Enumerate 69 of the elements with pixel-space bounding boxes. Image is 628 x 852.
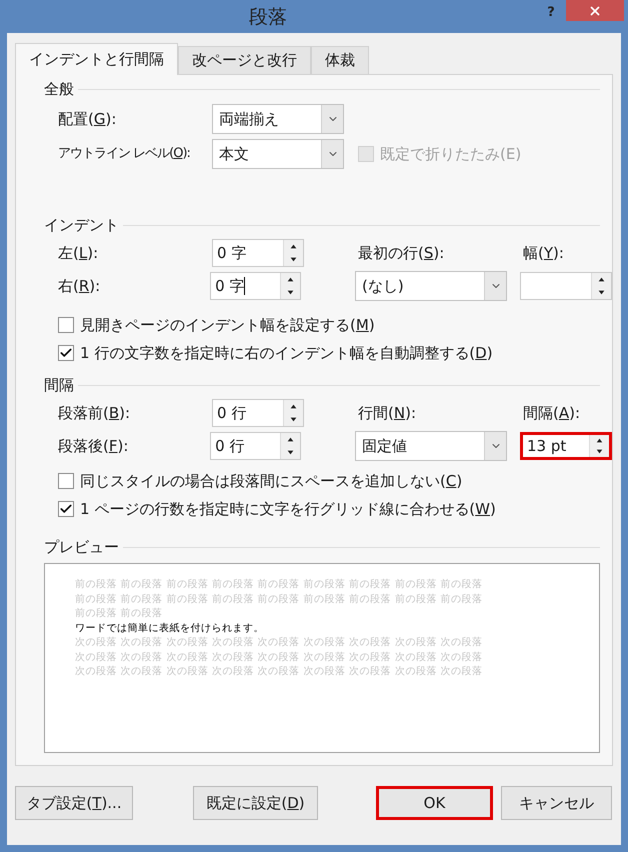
preview-text: 次の段落 次の段落 次の段落 次の段落 次の段落 次の段落 次の段落 次の段落 次の段落 [75,636,484,650]
preview-text: 前の段落 前の段落 [75,607,164,621]
spinner-field[interactable]: 13 pt [520,432,612,460]
field-label: 段落前(B): [57,402,132,424]
dialog-button[interactable]: キャンセル [501,786,612,820]
checkbox-label: 見開きページのインデント幅を設定する(M) [80,314,375,336]
close-icon [588,4,602,18]
spin-buttons[interactable] [283,400,303,426]
dialog-button[interactable]: OK [376,786,493,820]
spinner-field[interactable]: 0 行 [212,399,304,427]
close-button[interactable] [566,0,624,21]
dialog-button[interactable]: タブ設定(T)... [15,786,133,820]
checkbox-label: 同じスタイルの場合は段落間にスペースを追加しない(C) [80,470,462,492]
section-heading: インデント [44,214,119,236]
spinner-field[interactable]: 0 字 [212,239,304,267]
field-value: 13 pt [527,436,566,457]
checkbox[interactable] [58,345,74,361]
checkbox-label: 既定で折りたたみ(E) [380,144,522,165]
help-button[interactable]: ? [536,2,566,24]
field-value: 0 字 [215,276,244,297]
field-label: 間隔(A): [523,402,580,424]
text-caret [244,277,246,295]
spin-buttons[interactable] [280,433,300,459]
dropdown-field[interactable]: 両端揃え [212,104,344,134]
dialog-button[interactable]: 既定に設定(D) [193,786,318,820]
dropdown-field[interactable]: 本文 [212,139,344,169]
field-label: 行間(N): [358,402,417,424]
checkbox[interactable] [58,317,74,333]
section-heading: プレビュー [44,536,119,558]
field-value: 0 行 [217,402,246,424]
spin-buttons[interactable] [280,273,300,299]
field-value: 両端揃え [218,108,280,130]
dropdown-field[interactable]: (なし) [355,271,507,301]
spin-buttons[interactable] [283,240,303,266]
section-heading: 間隔 [44,374,74,396]
checkbox-label: 1 ページの行数を指定時に文字を行グリッド線に合わせる(W) [80,498,496,520]
tab[interactable]: 改ページと改行 [178,46,311,75]
field-value: 本文 [218,144,250,165]
field-value: 固定値 [361,436,408,457]
window-title: 段落 [248,5,288,30]
field-label: 左(L): [57,242,100,264]
field-label: 配置(G): [57,108,118,130]
field-label: アウトライン レベル(O): [57,145,191,164]
preview-text: 前の段落 前の段落 前の段落 前の段落 前の段落 前の段落 前の段落 前の段落 前の段落 [75,578,484,592]
section-heading: 全般 [44,78,74,100]
field-label: 幅(Y): [523,242,564,264]
spin-buttons[interactable] [589,435,609,457]
field-label: 右(R): [57,276,102,297]
preview-text: 次の段落 次の段落 次の段落 次の段落 次の段落 次の段落 次の段落 次の段落 次の段落 [75,665,484,679]
tab[interactable]: 体裁 [311,46,369,75]
check-icon [59,346,73,360]
preview-text: ワードでは簡単に表紙を付けられます。 [75,622,265,636]
preview-text: 次の段落 次の段落 次の段落 次の段落 次の段落 次の段落 次の段落 次の段落 次の段落 [75,650,484,664]
spinner-field[interactable] [520,272,612,300]
field-value: 0 行 [215,436,244,457]
preview-text: 前の段落 前の段落 前の段落 前の段落 前の段落 前の段落 前の段落 前の段落 前の段落 [75,592,484,606]
checkbox[interactable] [58,501,74,517]
field-label: 最初の行(S): [358,242,446,264]
check-icon [59,502,73,516]
spinner-field[interactable]: 0 字 [210,272,301,300]
field-value: 0 字 [217,242,246,264]
spin-buttons[interactable] [591,273,611,299]
field-label: 段落後(F): [57,436,130,457]
tab[interactable]: インデントと行間隔 [15,43,178,75]
field-value: (なし) [361,276,405,297]
checkbox[interactable] [58,473,74,489]
dropdown-field[interactable]: 固定値 [355,431,507,461]
checkbox-label: 1 行の文字数を指定時に右のインデント幅を自動調整する(D) [80,342,493,364]
spinner-field[interactable]: 0 行 [210,432,301,460]
